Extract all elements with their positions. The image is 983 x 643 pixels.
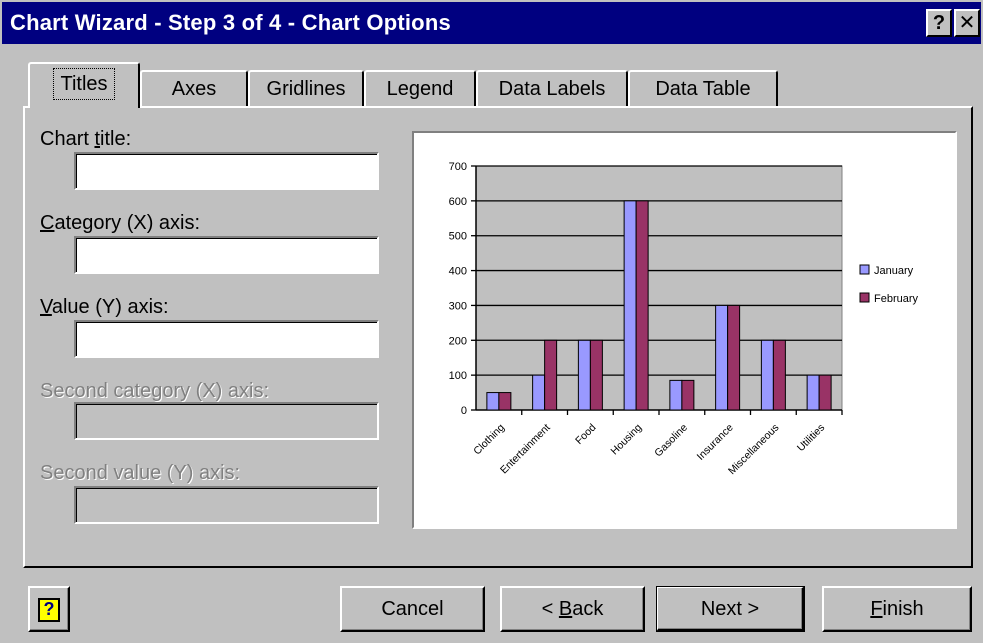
second-category-x-axis-label: Second category (X) axis:	[40, 380, 269, 402]
x-tick-label: Utilities	[795, 422, 827, 454]
legend-swatch-january	[859, 264, 870, 275]
bar-january-gasoline	[669, 379, 683, 411]
finish-button[interactable]: Finish	[822, 586, 972, 632]
bar-february-insurance	[727, 304, 741, 411]
x-tick-label: Food	[573, 422, 599, 448]
cancel-button[interactable]: Cancel	[340, 586, 485, 632]
bar-january-entertainment	[532, 374, 546, 411]
second-value-y-axis-field[interactable]	[74, 486, 379, 524]
value-y-axis-field[interactable]	[74, 320, 379, 358]
category-x-axis-label: Category (X) axis:	[40, 212, 201, 234]
y-tick-label: 200	[449, 335, 467, 347]
y-tick-label: 400	[449, 266, 467, 278]
x-tick-label: Insurance	[695, 422, 736, 463]
bar-january-utilities	[806, 374, 820, 411]
value-y-axis-label: Value (Y) axis:	[40, 296, 169, 318]
title-help-button[interactable]: ?	[926, 9, 952, 37]
chart-title-label: Chart title:	[40, 128, 132, 150]
x-tick-label: Clothing	[471, 422, 507, 458]
next-button[interactable]: Next >	[656, 586, 805, 632]
tab-data-labels[interactable]: Data Labels	[476, 70, 628, 108]
chart-title-field[interactable]	[74, 152, 379, 190]
help-icon: ?	[38, 598, 60, 622]
y-tick-label: 0	[461, 405, 467, 417]
bar-january-housing	[623, 200, 637, 411]
bar-january-insurance	[715, 304, 729, 411]
office-assistant-button[interactable]: ?	[28, 586, 70, 632]
legend-label-february: February	[874, 293, 919, 305]
y-tick-label: 300	[449, 300, 467, 312]
second-value-y-axis-label: Second value (Y) axis:	[40, 462, 241, 484]
title-bar: Chart Wizard - Step 3 of 4 - Chart Optio…	[2, 2, 981, 44]
tab-legend[interactable]: Legend	[364, 70, 476, 108]
tab-titles[interactable]: Titles	[28, 62, 140, 108]
y-tick-label: 700	[449, 161, 467, 173]
y-tick-label: 600	[449, 196, 467, 208]
legend-label-january: January	[874, 265, 914, 277]
bar-january-clothing	[486, 392, 500, 411]
bar-february-gasoline	[681, 379, 695, 411]
x-tick-label: Housing	[609, 422, 645, 458]
dialog-title: Chart Wizard - Step 3 of 4 - Chart Optio…	[10, 10, 451, 35]
tab-axes[interactable]: Axes	[140, 70, 248, 108]
chart-wizard-dialog: Chart Wizard - Step 3 of 4 - Chart Optio…	[0, 0, 983, 643]
bar-february-clothing	[498, 392, 512, 411]
bar-february-housing	[635, 200, 649, 411]
y-tick-label: 500	[449, 231, 467, 243]
bar-january-miscellaneous	[760, 339, 774, 411]
bar-february-miscellaneous	[772, 339, 786, 411]
tab-titles-label: Titles	[53, 68, 115, 100]
bar-february-entertainment	[544, 339, 558, 411]
plot-area	[475, 165, 843, 411]
back-button[interactable]: < Back	[500, 586, 645, 632]
tab-gridlines[interactable]: Gridlines	[248, 70, 364, 108]
category-x-axis-field[interactable]	[74, 236, 379, 274]
bar-february-food	[589, 339, 603, 411]
y-tick-label: 100	[449, 370, 467, 382]
bar-january-food	[577, 339, 591, 411]
x-tick-label: Gasoline	[652, 422, 690, 460]
chart-preview: 0 100 200 300 400 500 600 700 Clothing Entertainm…	[412, 131, 957, 529]
chart-preview-svg: 0100200300400500600700ClothingEntertainm…	[449, 161, 951, 477]
close-button[interactable]: ✕	[954, 9, 980, 37]
bar-february-utilities	[818, 374, 832, 411]
second-category-x-axis-field[interactable]	[74, 402, 379, 440]
tab-data-table[interactable]: Data Table	[628, 70, 778, 108]
legend-swatch-february	[859, 292, 870, 303]
